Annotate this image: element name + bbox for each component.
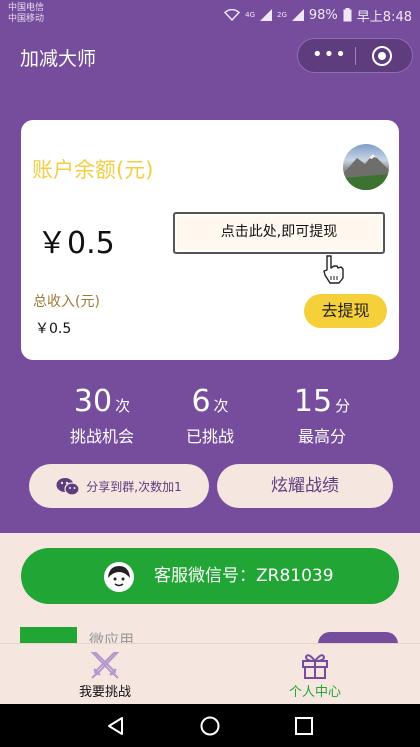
hero-section: 账户余额(元) ￥0.5 点击此处,即可提现 总收入(元) ￥0.5 去提现 3… bbox=[0, 84, 420, 533]
stat-played-value: 6 bbox=[191, 384, 211, 419]
battery-icon bbox=[343, 8, 352, 22]
tab-challenge[interactable]: 我要挑战 bbox=[45, 644, 165, 705]
stat-chances-value: 30 bbox=[73, 384, 113, 419]
carrier-2: 中国移动 bbox=[8, 14, 45, 24]
share-to-group-button[interactable]: 分享到群,次数加1 bbox=[29, 464, 209, 508]
customer-service-label: 客服微信号：ZR81039 bbox=[154, 566, 334, 586]
system-nav-bar bbox=[0, 704, 420, 747]
clock: 早上8:48 bbox=[356, 9, 412, 25]
withdraw-tip-text: 点击此处,即可提现 bbox=[220, 224, 338, 240]
tab-profile-label: 个人中心 bbox=[288, 685, 341, 700]
signal-2-icon bbox=[291, 9, 304, 21]
network-2g-label: 2G bbox=[277, 11, 287, 19]
home-icon[interactable] bbox=[199, 715, 221, 737]
pointing-hand-icon bbox=[323, 255, 344, 284]
stat-best-label: 最高分 bbox=[297, 427, 346, 446]
tab-bar: 我要挑战 个人中心 bbox=[0, 643, 420, 704]
tab-profile[interactable]: 个人中心 bbox=[255, 644, 375, 705]
balance-title: 账户余额(元) bbox=[32, 158, 154, 182]
avatar[interactable] bbox=[343, 144, 389, 190]
signal-icon bbox=[260, 9, 272, 21]
tab-challenge-label: 我要挑战 bbox=[78, 685, 131, 700]
wifi-icon bbox=[224, 9, 241, 21]
crossed-swords-icon bbox=[90, 652, 120, 679]
app-title: 加减大师 bbox=[20, 48, 97, 70]
network-4g-label: 4G bbox=[245, 11, 255, 19]
recents-icon[interactable] bbox=[293, 715, 315, 737]
income-value: ￥0.5 bbox=[35, 321, 72, 337]
customer-service-icon bbox=[104, 562, 134, 592]
withdraw-button[interactable]: 去提现 bbox=[304, 294, 387, 328]
balance-value: ￥0.5 bbox=[37, 226, 115, 261]
status-indicators: 4G 2G 98% 早上8:48 bbox=[224, 6, 412, 25]
battery-percent: 98% bbox=[308, 7, 338, 23]
stat-best-value: 15 bbox=[293, 384, 333, 419]
status-bar: 中国电信 中国移动 4G 2G 98% 早上8:48 bbox=[0, 0, 420, 30]
mountain-photo-icon bbox=[343, 154, 389, 190]
show-off-button[interactable]: 炫耀战绩 bbox=[217, 464, 393, 508]
wechat-icon bbox=[56, 477, 80, 496]
close-miniprogram-icon[interactable] bbox=[372, 46, 392, 66]
stat-best-unit: 分 bbox=[335, 397, 351, 415]
stat-chances-label: 挑战机会 bbox=[69, 427, 134, 446]
carrier-1: 中国电信 bbox=[8, 3, 45, 13]
balance-card: 账户余额(元) ￥0.5 点击此处,即可提现 总收入(元) ￥0.5 去提现 bbox=[21, 120, 399, 360]
carrier-info: 中国电信 中国移动 bbox=[8, 3, 44, 25]
customer-service-button[interactable]: 客服微信号：ZR81039 bbox=[21, 548, 399, 604]
stat-chances-unit: 次 bbox=[115, 397, 131, 415]
mini-program-capsule: ••• bbox=[297, 38, 413, 73]
income-label: 总收入(元) bbox=[33, 294, 100, 310]
gift-icon bbox=[302, 654, 328, 679]
share-to-group-label: 分享到群,次数加1 bbox=[86, 480, 182, 494]
back-icon[interactable] bbox=[105, 715, 127, 737]
capsule-divider bbox=[355, 47, 356, 65]
stat-best: 15 分 最高分 bbox=[262, 384, 382, 447]
withdraw-tip[interactable]: 点击此处,即可提现 bbox=[173, 212, 385, 254]
stat-chances: 30 次 挑战机会 bbox=[42, 384, 162, 447]
stat-played-unit: 次 bbox=[213, 397, 229, 415]
stat-played: 6次 已挑战 bbox=[150, 384, 270, 447]
more-icon[interactable]: ••• bbox=[312, 45, 346, 67]
stat-played-label: 已挑战 bbox=[185, 427, 234, 446]
nav-bar: 加减大师 ••• bbox=[0, 30, 420, 84]
